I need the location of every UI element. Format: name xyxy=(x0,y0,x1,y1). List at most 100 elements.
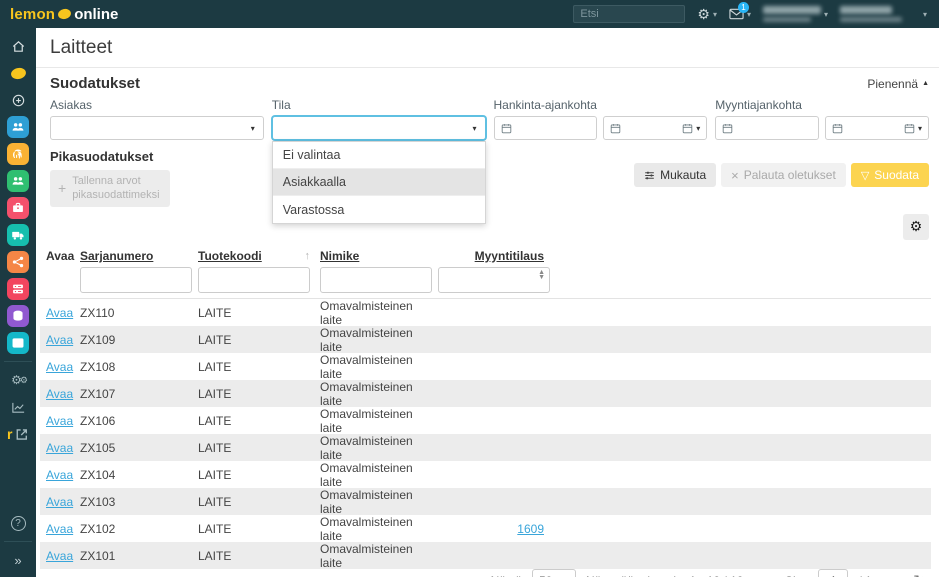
last-page-icon[interactable]: » xyxy=(896,573,903,577)
chevron-down-icon: ▾ xyxy=(824,10,828,19)
share-orange-app-icon[interactable] xyxy=(7,251,29,273)
name-cell: Omavalmisteinen laite xyxy=(320,407,438,435)
spinner-down-icon: ▼ xyxy=(538,275,545,281)
page-size-select[interactable]: 50 ▾ xyxy=(532,569,576,577)
open-row-link[interactable]: Avaa xyxy=(46,468,73,482)
automation-gears-icon[interactable]: ⚙⚙ xyxy=(7,369,29,391)
previous-page-icon[interactable]: ‹ xyxy=(771,573,775,577)
lemon-icon[interactable] xyxy=(7,62,29,84)
name-cell: Omavalmisteinen laite xyxy=(320,542,438,570)
fingerprint-amber-app-icon[interactable] xyxy=(7,143,29,165)
open-row-link[interactable]: Avaa xyxy=(46,549,73,563)
calendar-icon xyxy=(904,123,915,134)
gear-icon: ⚙ xyxy=(697,7,710,21)
user-menu[interactable]: ▾ xyxy=(840,6,927,22)
open-row-link[interactable]: Avaa xyxy=(46,306,73,320)
chevron-down-icon: ▾ xyxy=(696,124,700,133)
status-option[interactable]: Ei valintaa xyxy=(273,142,485,169)
truck-teal-app-icon[interactable] xyxy=(7,224,29,246)
serial-cell: ZX105 xyxy=(80,441,198,455)
first-page-icon[interactable]: « xyxy=(753,573,760,577)
sidebar: ⚙⚙ r ? » xyxy=(0,28,36,577)
chevron-down-icon: ▾ xyxy=(923,10,927,19)
column-header-tuotekoodi[interactable]: Tuotekoodi xyxy=(198,249,262,263)
status-option[interactable]: Varastossa xyxy=(273,196,485,223)
refresh-icon[interactable]: ↻ xyxy=(913,572,925,577)
open-row-link[interactable]: Avaa xyxy=(46,522,73,536)
table-header-row: Avaa Sarjanumero Tuotekoodi ↑ Nimike Myy… xyxy=(40,245,931,267)
gear-icon: ⚙ xyxy=(910,218,923,235)
reports-chart-icon[interactable] xyxy=(7,396,29,418)
sales-date-from-input[interactable] xyxy=(715,116,819,140)
productcode-filter-input[interactable] xyxy=(198,267,310,293)
page-title: Laitteet xyxy=(36,28,939,67)
logo-text-online: online xyxy=(74,6,118,23)
add-circle-icon[interactable] xyxy=(7,89,29,111)
collapse-filters-link[interactable]: Pienennä ▲ xyxy=(867,77,929,91)
calendar-icon xyxy=(610,123,621,134)
name-cell: Omavalmisteinen laite xyxy=(320,353,438,381)
global-search-input[interactable] xyxy=(573,5,685,23)
company-menu[interactable]: ▾ xyxy=(763,6,828,22)
status-option[interactable]: Asiakkaalla xyxy=(273,169,485,196)
sidebar-expand-icon[interactable]: » xyxy=(7,549,29,571)
customer-select[interactable]: ▾ xyxy=(50,116,264,140)
plus-icon: + xyxy=(58,179,66,197)
sliders-icon xyxy=(644,170,655,181)
open-row-link[interactable]: Avaa xyxy=(46,495,73,509)
next-page-icon[interactable]: › xyxy=(882,573,886,577)
apply-filter-button[interactable]: ▽ Suodata xyxy=(851,163,929,187)
productcode-cell: LAITE xyxy=(198,549,320,563)
purchase-date-from-input[interactable] xyxy=(494,116,598,140)
calendar-preset-button[interactable]: ▾ xyxy=(682,123,700,134)
table-row: AvaaZX107LAITEOmavalmisteinen laite xyxy=(40,380,931,407)
reset-defaults-button[interactable]: × Palauta oletukset xyxy=(721,163,846,187)
productcode-cell: LAITE xyxy=(198,306,320,320)
serial-cell: ZX103 xyxy=(80,495,198,509)
save-quick-filter-button[interactable]: + Tallenna arvot pikasuodattimeksi xyxy=(50,170,170,207)
list-pink-app-icon[interactable] xyxy=(7,278,29,300)
sales-order-link[interactable]: 1609 xyxy=(517,522,544,536)
main-content: Laitteet Suodatukset Pienennä ▲ Asiakas … xyxy=(36,28,939,577)
name-filter-input[interactable] xyxy=(320,267,432,293)
quick-filters-title: Pikasuodatukset xyxy=(50,149,170,164)
open-row-link[interactable]: Avaa xyxy=(46,360,73,374)
open-row-link[interactable]: Avaa xyxy=(46,387,73,401)
chevron-down-icon: ▾ xyxy=(713,10,717,19)
table-settings-button[interactable]: ⚙ xyxy=(903,214,929,240)
open-row-link[interactable]: Avaa xyxy=(46,333,73,347)
settings-menu[interactable]: ⚙ ▾ xyxy=(697,7,717,21)
sort-ascending-icon: ↑ xyxy=(305,250,311,262)
sales-date-to-input[interactable]: ▾ xyxy=(825,116,929,140)
current-page-input[interactable] xyxy=(818,569,848,577)
purchase-date-to-input[interactable]: ▾ xyxy=(603,116,707,140)
page-label: Sivu xyxy=(785,574,808,577)
number-spinner[interactable]: ▲ ▼ xyxy=(538,270,545,281)
messages-menu[interactable]: 1 ▾ xyxy=(729,8,751,20)
status-select[interactable]: ▾ xyxy=(272,116,486,140)
calendar-preset-button[interactable]: ▾ xyxy=(904,123,922,134)
home-icon[interactable] xyxy=(7,35,29,57)
external-link-icon xyxy=(15,427,29,442)
briefcase-red-app-icon[interactable] xyxy=(7,197,29,219)
external-r-app-icon[interactable]: r xyxy=(7,423,29,445)
calendar-icon xyxy=(501,123,512,134)
serial-cell: ZX110 xyxy=(80,306,198,320)
column-header-nimike[interactable]: Nimike xyxy=(320,249,438,263)
people-green-app-icon[interactable] xyxy=(7,170,29,192)
help-icon[interactable]: ? xyxy=(7,512,29,534)
serial-cell: ZX101 xyxy=(80,549,198,563)
chevron-down-icon: ▾ xyxy=(472,124,476,133)
open-row-link[interactable]: Avaa xyxy=(46,441,73,455)
devices-table: Avaa Sarjanumero Tuotekoodi ↑ Nimike Myy… xyxy=(40,245,931,569)
customize-button[interactable]: Mukauta xyxy=(634,163,716,187)
people-blue-app-icon[interactable] xyxy=(7,116,29,138)
coins-purple-app-icon[interactable] xyxy=(7,305,29,327)
column-header-sarjanumero[interactable]: Sarjanumero xyxy=(80,249,198,263)
serial-cell: ZX102 xyxy=(80,522,198,536)
open-row-link[interactable]: Avaa xyxy=(46,414,73,428)
salesorder-filter-input[interactable] xyxy=(438,267,550,293)
column-header-myyntitilaus[interactable]: Myyntitilaus xyxy=(438,249,550,263)
serial-filter-input[interactable] xyxy=(80,267,192,293)
card-cyan-app-icon[interactable] xyxy=(7,332,29,354)
